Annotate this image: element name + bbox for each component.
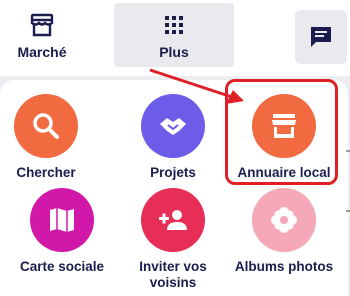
annotation-arrow [149,68,244,104]
edge-tick [346,210,350,212]
edge-tick [346,150,350,152]
